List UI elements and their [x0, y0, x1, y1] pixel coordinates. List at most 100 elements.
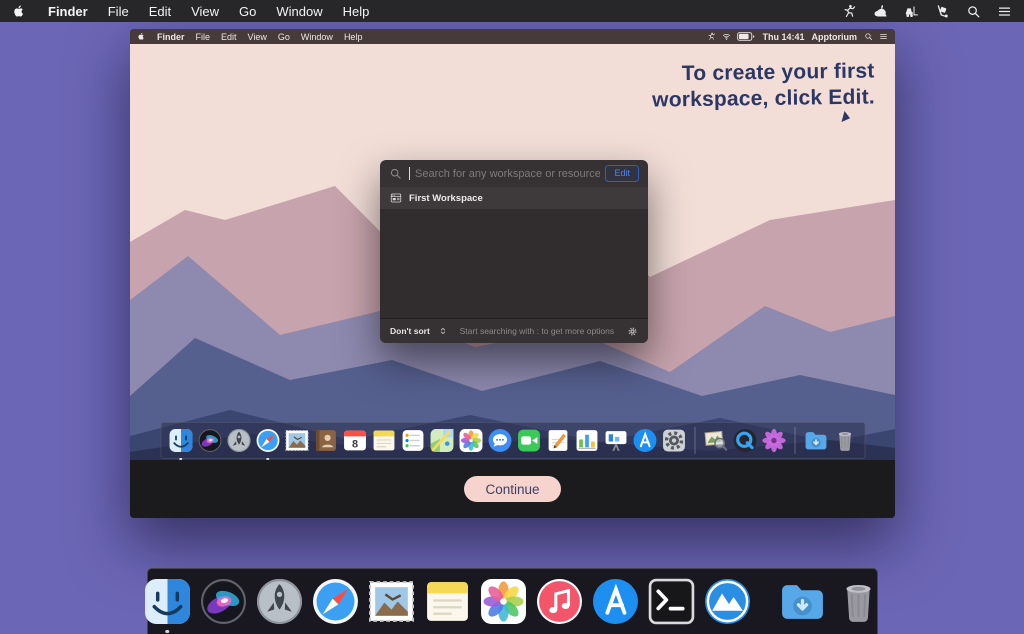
screenshot-dock: 8	[160, 422, 865, 459]
siri-icon	[197, 428, 222, 453]
annotation-line-1: To create your first	[652, 58, 875, 87]
search-hint: Start searching with : to get more optio…	[447, 326, 627, 336]
photos-icon[interactable]	[479, 577, 528, 626]
numbers-icon	[574, 428, 599, 453]
search-result-row: First Workspace	[380, 187, 648, 209]
menu-bar-clock: Thu 14:41	[762, 32, 804, 42]
apptorium-icon[interactable]	[703, 577, 752, 626]
menu-edit[interactable]: Edit	[139, 4, 181, 19]
menu-items: Finder File Edit View Go Window Help	[38, 4, 379, 19]
menulist-icon[interactable]	[997, 4, 1012, 19]
menu-help: Help	[338, 32, 368, 42]
annotation-text: To create your first workspace, click Ed…	[652, 58, 875, 112]
search-icon[interactable]	[966, 4, 981, 19]
screenshot-status-area: Thu 14:41 Apptorium	[707, 32, 888, 42]
running-indicator	[165, 630, 169, 634]
downloads-icon	[803, 428, 828, 453]
notes-icon	[371, 428, 396, 453]
calendar-icon: 8	[342, 428, 367, 453]
annotation-line-2: workspace, click Edit.	[652, 84, 875, 113]
menu-window[interactable]: Window	[266, 4, 332, 19]
palette-search-row: Search for any workspace or resource Edi…	[380, 160, 648, 187]
siri-icon[interactable]	[199, 577, 248, 626]
pages-icon	[545, 428, 570, 453]
menu-view: View	[242, 32, 272, 42]
screenshot-trailing-icons	[864, 32, 888, 41]
mail-icon[interactable]	[367, 577, 416, 626]
apple-menu-icon[interactable]	[12, 4, 26, 18]
search-icon	[864, 32, 873, 41]
apple-menu-icon	[137, 32, 146, 41]
contacts-icon	[313, 428, 338, 453]
search-icon	[389, 167, 402, 180]
menulist-icon	[879, 32, 888, 41]
screenshot-menu-bar: Finder File Edit View Go Window Help Thu…	[130, 29, 895, 44]
menu-go[interactable]: Go	[229, 4, 266, 19]
climber-icon	[707, 32, 716, 41]
dock-separator	[794, 427, 795, 454]
facetime-icon	[516, 428, 541, 453]
notes-icon[interactable]	[423, 577, 472, 626]
battery-icon	[737, 32, 755, 41]
climber-icon[interactable]	[842, 4, 857, 19]
reminders-icon	[400, 428, 425, 453]
preview-icon	[703, 428, 728, 453]
svg-text:8: 8	[351, 438, 357, 450]
itunes-icon[interactable]	[535, 577, 584, 626]
sort-selector: Don't sort	[390, 326, 430, 336]
finder-icon	[168, 428, 193, 453]
palette-footer: Don't sort Start searching with : to get…	[380, 318, 648, 343]
forklift-icon[interactable]	[904, 4, 919, 19]
appstore-icon[interactable]	[591, 577, 640, 626]
screenshot-status-icons	[707, 32, 755, 41]
trash-icon	[832, 428, 857, 453]
quicktime-icon	[732, 428, 757, 453]
sort-chevrons-icon	[439, 327, 447, 335]
tutorial-window: Finder File Edit View Go Window Help Thu…	[130, 29, 895, 518]
launchpad-icon	[226, 428, 251, 453]
sysprefs-icon	[661, 428, 686, 453]
menu-view[interactable]: View	[181, 4, 229, 19]
rabbit-icon[interactable]	[873, 4, 888, 19]
search-input: Search for any workspace or resource	[415, 168, 600, 180]
terminal-icon[interactable]	[647, 577, 696, 626]
appstore-icon	[632, 428, 657, 453]
workspace-icon	[390, 192, 402, 204]
menu-edit: Edit	[216, 32, 243, 42]
menu-help[interactable]: Help	[333, 4, 380, 19]
menu-file[interactable]: File	[98, 4, 139, 19]
handtruck-icon[interactable]	[935, 4, 950, 19]
safari-icon[interactable]	[311, 577, 360, 626]
menu-bar-status-icons	[842, 4, 1012, 19]
search-result-label: First Workspace	[409, 193, 483, 204]
flower-icon	[761, 428, 786, 453]
maps-icon	[429, 428, 454, 453]
photos-icon	[458, 428, 483, 453]
trash-icon[interactable]	[834, 577, 883, 626]
search-palette: Search for any workspace or resource Edi…	[380, 160, 648, 343]
text-caret	[409, 167, 410, 180]
annotation-arrow-icon	[840, 110, 851, 123]
continue-button[interactable]: Continue	[464, 476, 561, 502]
menu-window: Window	[295, 32, 338, 42]
tutorial-footer: Continue	[130, 460, 895, 518]
gear-icon	[627, 326, 638, 337]
menu-bar-app-name: Apptorium	[812, 32, 858, 42]
mail-icon	[284, 428, 309, 453]
palette-results-area	[380, 209, 648, 318]
wifi-icon	[722, 32, 731, 41]
messages-icon	[487, 428, 512, 453]
menu-file: File	[190, 32, 216, 42]
dock	[147, 568, 878, 634]
screenshot-menu-items: Finder File Edit View Go Window Help	[152, 32, 368, 42]
launchpad-icon[interactable]	[255, 577, 304, 626]
menu-finder: Finder	[152, 32, 191, 42]
safari-icon	[255, 428, 280, 453]
menu-go: Go	[272, 32, 295, 42]
dock-separator	[694, 427, 695, 454]
edit-button: Edit	[605, 165, 639, 182]
finder-icon[interactable]	[143, 577, 192, 626]
menu-finder[interactable]: Finder	[38, 4, 98, 19]
downloads-icon[interactable]	[778, 577, 827, 626]
keynote-icon	[603, 428, 628, 453]
